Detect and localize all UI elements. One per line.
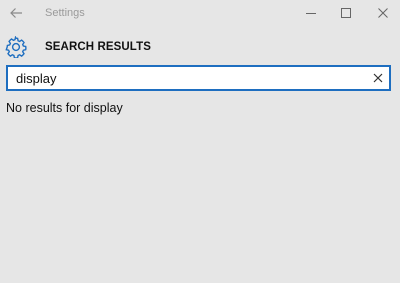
maximize-icon — [341, 8, 351, 18]
title-bar: Settings — [0, 0, 400, 27]
back-button[interactable] — [5, 3, 27, 23]
minimize-icon — [306, 13, 316, 14]
close-icon — [378, 8, 388, 18]
page-header — [5, 35, 27, 59]
maximize-button[interactable] — [331, 2, 361, 24]
close-button[interactable] — [368, 2, 398, 24]
search-box[interactable] — [6, 65, 391, 91]
clear-x-icon — [373, 73, 383, 83]
minimize-button[interactable] — [296, 2, 326, 24]
no-results-message: No results for display — [6, 101, 123, 115]
back-arrow-icon — [10, 8, 22, 18]
search-input[interactable] — [16, 67, 356, 89]
clear-search-button[interactable] — [370, 70, 386, 86]
gear-icon — [5, 36, 27, 58]
window-title: Settings — [45, 7, 85, 19]
page-title: SEARCH RESULTS — [45, 41, 151, 53]
